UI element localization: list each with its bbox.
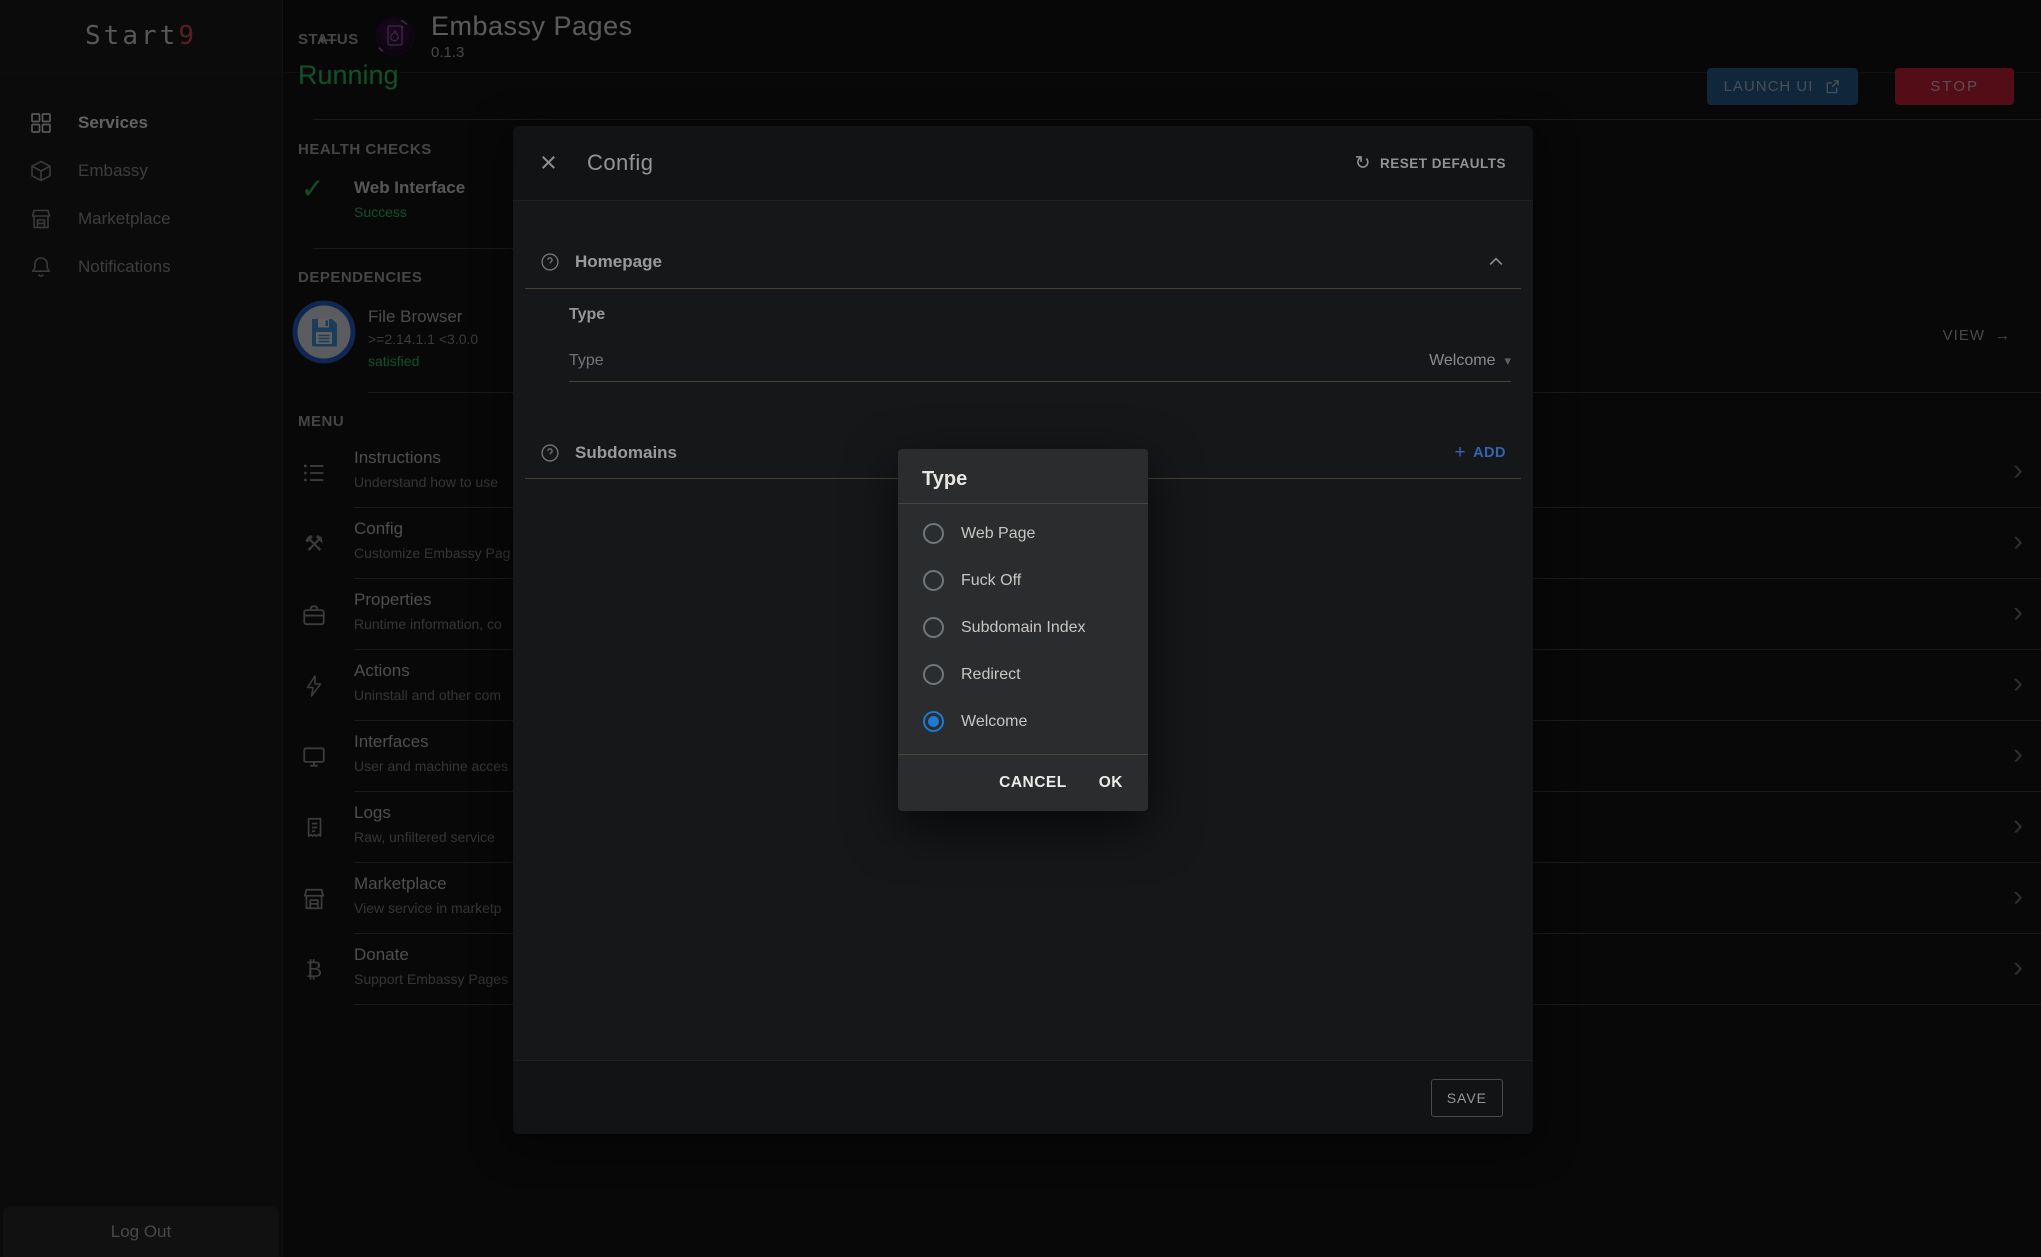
dialog-title: Type — [898, 449, 1148, 503]
cancel-button[interactable]: CANCEL — [999, 774, 1067, 792]
radio-group: Web Page Fuck Off Subdomain Index Redire… — [898, 504, 1148, 751]
radio-option-web-page[interactable]: Web Page — [898, 510, 1148, 557]
radio-option-label: Fuck Off — [961, 572, 1021, 590]
radio-option-fuck-off[interactable]: Fuck Off — [898, 557, 1148, 604]
radio-button[interactable] — [923, 523, 944, 544]
radio-button[interactable] — [923, 711, 944, 732]
radio-button[interactable] — [923, 664, 944, 685]
radio-option-label: Redirect — [961, 666, 1021, 684]
radio-button[interactable] — [923, 570, 944, 591]
radio-button[interactable] — [923, 617, 944, 638]
app-root: Start9 Services Embassy Marketplace — [0, 0, 2041, 1257]
radio-option-subdomain-index[interactable]: Subdomain Index — [898, 604, 1148, 651]
ok-button[interactable]: OK — [1099, 774, 1123, 792]
radio-option-label: Web Page — [961, 525, 1035, 543]
radio-option-label: Subdomain Index — [961, 619, 1086, 637]
radio-option-redirect[interactable]: Redirect — [898, 651, 1148, 698]
dialog-footer: CANCEL OK — [898, 754, 1148, 811]
radio-option-welcome[interactable]: Welcome — [898, 698, 1148, 745]
type-select-dialog: Type Web Page Fuck Off Subdomain Index R… — [898, 449, 1148, 811]
radio-option-label: Welcome — [961, 713, 1027, 731]
